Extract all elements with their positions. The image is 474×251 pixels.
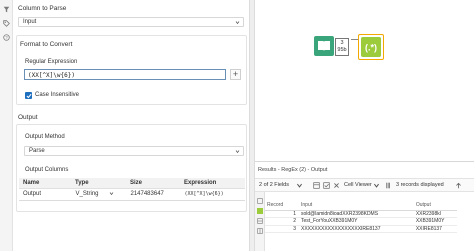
column-header-expression: Expression xyxy=(180,178,245,189)
regex-value: (XX[^X]\w{6}) xyxy=(28,71,75,79)
workflow-canvas[interactable]: 3 95b (.*) xyxy=(255,0,474,161)
list-icon[interactable] xyxy=(257,198,263,204)
input-data-tool[interactable] xyxy=(314,36,334,56)
chevron-down-icon xyxy=(235,150,240,154)
record-number: 1 xyxy=(265,210,299,218)
output-anchor-icon[interactable] xyxy=(257,208,263,214)
input-cell[interactable]: XXXXXXXXXXXXXXXXXXIRE8137 xyxy=(299,225,414,233)
grid-icon[interactable] xyxy=(257,228,263,234)
table-icon[interactable] xyxy=(257,218,263,224)
table-row[interactable]: 2 Test_ForYouXXB391M0Y XXB391M0Y xyxy=(265,217,457,226)
regex-input[interactable]: (XX[^X]\w{6}) xyxy=(24,69,226,80)
chevron-down-icon[interactable] xyxy=(296,182,303,189)
output-method-label: Output Method xyxy=(25,134,65,140)
output-cell[interactable]: XXR2398kl xyxy=(413,210,457,218)
tag-icon[interactable] xyxy=(3,20,10,27)
regex-tool[interactable]: (.*) xyxy=(361,37,381,57)
table-view-icon[interactable] xyxy=(313,182,320,189)
column-to-parse-title: Column to Parse xyxy=(18,5,67,12)
cell-viewer-button[interactable]: Cell Viewer xyxy=(344,182,372,188)
table-row[interactable]: 1 sold@lamidn8ioadXXR2398KDMS XXR2398kl xyxy=(265,210,457,218)
book-icon xyxy=(318,41,330,51)
left-toolbar: ? xyxy=(0,0,13,251)
help-icon[interactable]: ? xyxy=(3,34,10,41)
results-toolbar: 2 of 2 Fields Cell Viewer 3 records disp… xyxy=(255,178,474,192)
record-count-badge: 3 95b xyxy=(335,38,349,56)
table-row[interactable]: Output V_String 2147483647 (XX[^X]\w{6}) xyxy=(19,188,245,201)
results-header-input: Input xyxy=(299,201,414,211)
output-columns-label: Output Columns xyxy=(25,167,69,173)
format-to-convert-title: Format to Convert xyxy=(20,41,73,48)
configuration-panel: Column to Parse Input Format to Convert … xyxy=(13,0,249,251)
regex-label: Regular Expression xyxy=(25,59,78,65)
column-to-parse-value: Input xyxy=(23,19,37,25)
checkbox-icon[interactable] xyxy=(323,182,330,189)
results-table: Record Input Output 1 sold@lamidn8ioadXX… xyxy=(265,201,457,233)
regex-icon: (.*) xyxy=(365,43,377,53)
checkmark-icon xyxy=(26,93,32,98)
column-to-parse-select[interactable]: Input xyxy=(18,17,244,27)
record-number: 3 xyxy=(265,225,299,233)
records-displayed: 3 records displayed xyxy=(396,182,444,188)
format-to-convert-group: Format to Convert Regular Expression (XX… xyxy=(16,35,247,105)
chevron-down-icon xyxy=(235,21,240,25)
column-header-size: Size xyxy=(126,178,180,189)
arrow-up-icon[interactable] xyxy=(455,182,462,189)
results-title: Results - RegEx (2) - Output xyxy=(258,167,328,173)
byte-size-line: 95b xyxy=(337,47,347,53)
results-panel: Results - RegEx (2) - Output 2 of 2 Fiel… xyxy=(255,161,474,251)
svg-text:?: ? xyxy=(5,35,8,40)
fields-selector[interactable]: 2 of 2 Fields xyxy=(259,182,289,188)
output-title: Output xyxy=(18,114,38,121)
results-header-output: Output xyxy=(413,201,457,211)
chevron-down-icon[interactable] xyxy=(373,182,380,189)
output-expression-cell[interactable]: (XX[^X]\w{6}) xyxy=(180,188,245,201)
input-cell[interactable]: sold@lamidn8ioadXXR2398KDMS xyxy=(299,210,414,218)
input-cell[interactable]: Test_ForYouXXB391M0Y xyxy=(299,217,414,226)
results-side-strip xyxy=(255,192,265,251)
case-insensitive-label: Case Insensitive xyxy=(35,92,80,98)
output-cell[interactable]: XXIRE8137 xyxy=(413,225,457,233)
add-expression-button[interactable]: + xyxy=(230,69,241,80)
svg-text:(.*): (.*) xyxy=(365,43,377,53)
column-header-type: Type xyxy=(71,178,126,189)
column-header-name: Name xyxy=(19,178,71,189)
output-name-cell[interactable]: Output xyxy=(19,188,72,201)
chevron-down-icon xyxy=(109,192,114,196)
record-number: 2 xyxy=(265,217,299,226)
output-type-value: V_String xyxy=(75,191,99,198)
filter-icon[interactable] xyxy=(3,6,10,13)
close-icon[interactable] xyxy=(333,182,340,189)
rows-icon xyxy=(386,182,390,189)
record-count-line: 3 xyxy=(340,40,344,46)
results-header-record: Record xyxy=(265,201,299,211)
output-columns-table: Name Type Size Expression Output V_Strin… xyxy=(19,178,245,201)
output-size-cell[interactable]: 2147483647 xyxy=(126,188,181,201)
output-method-select[interactable]: Parse xyxy=(24,146,244,156)
case-insensitive-checkbox[interactable] xyxy=(25,92,32,99)
output-cell[interactable]: XXB391M0Y xyxy=(413,217,457,226)
output-method-value: Parse xyxy=(29,148,45,154)
output-type-cell[interactable]: V_String xyxy=(71,188,127,201)
table-row[interactable]: 3 XXXXXXXXXXXXXXXXXXIRE8137 XXIRE8137 xyxy=(265,225,457,233)
